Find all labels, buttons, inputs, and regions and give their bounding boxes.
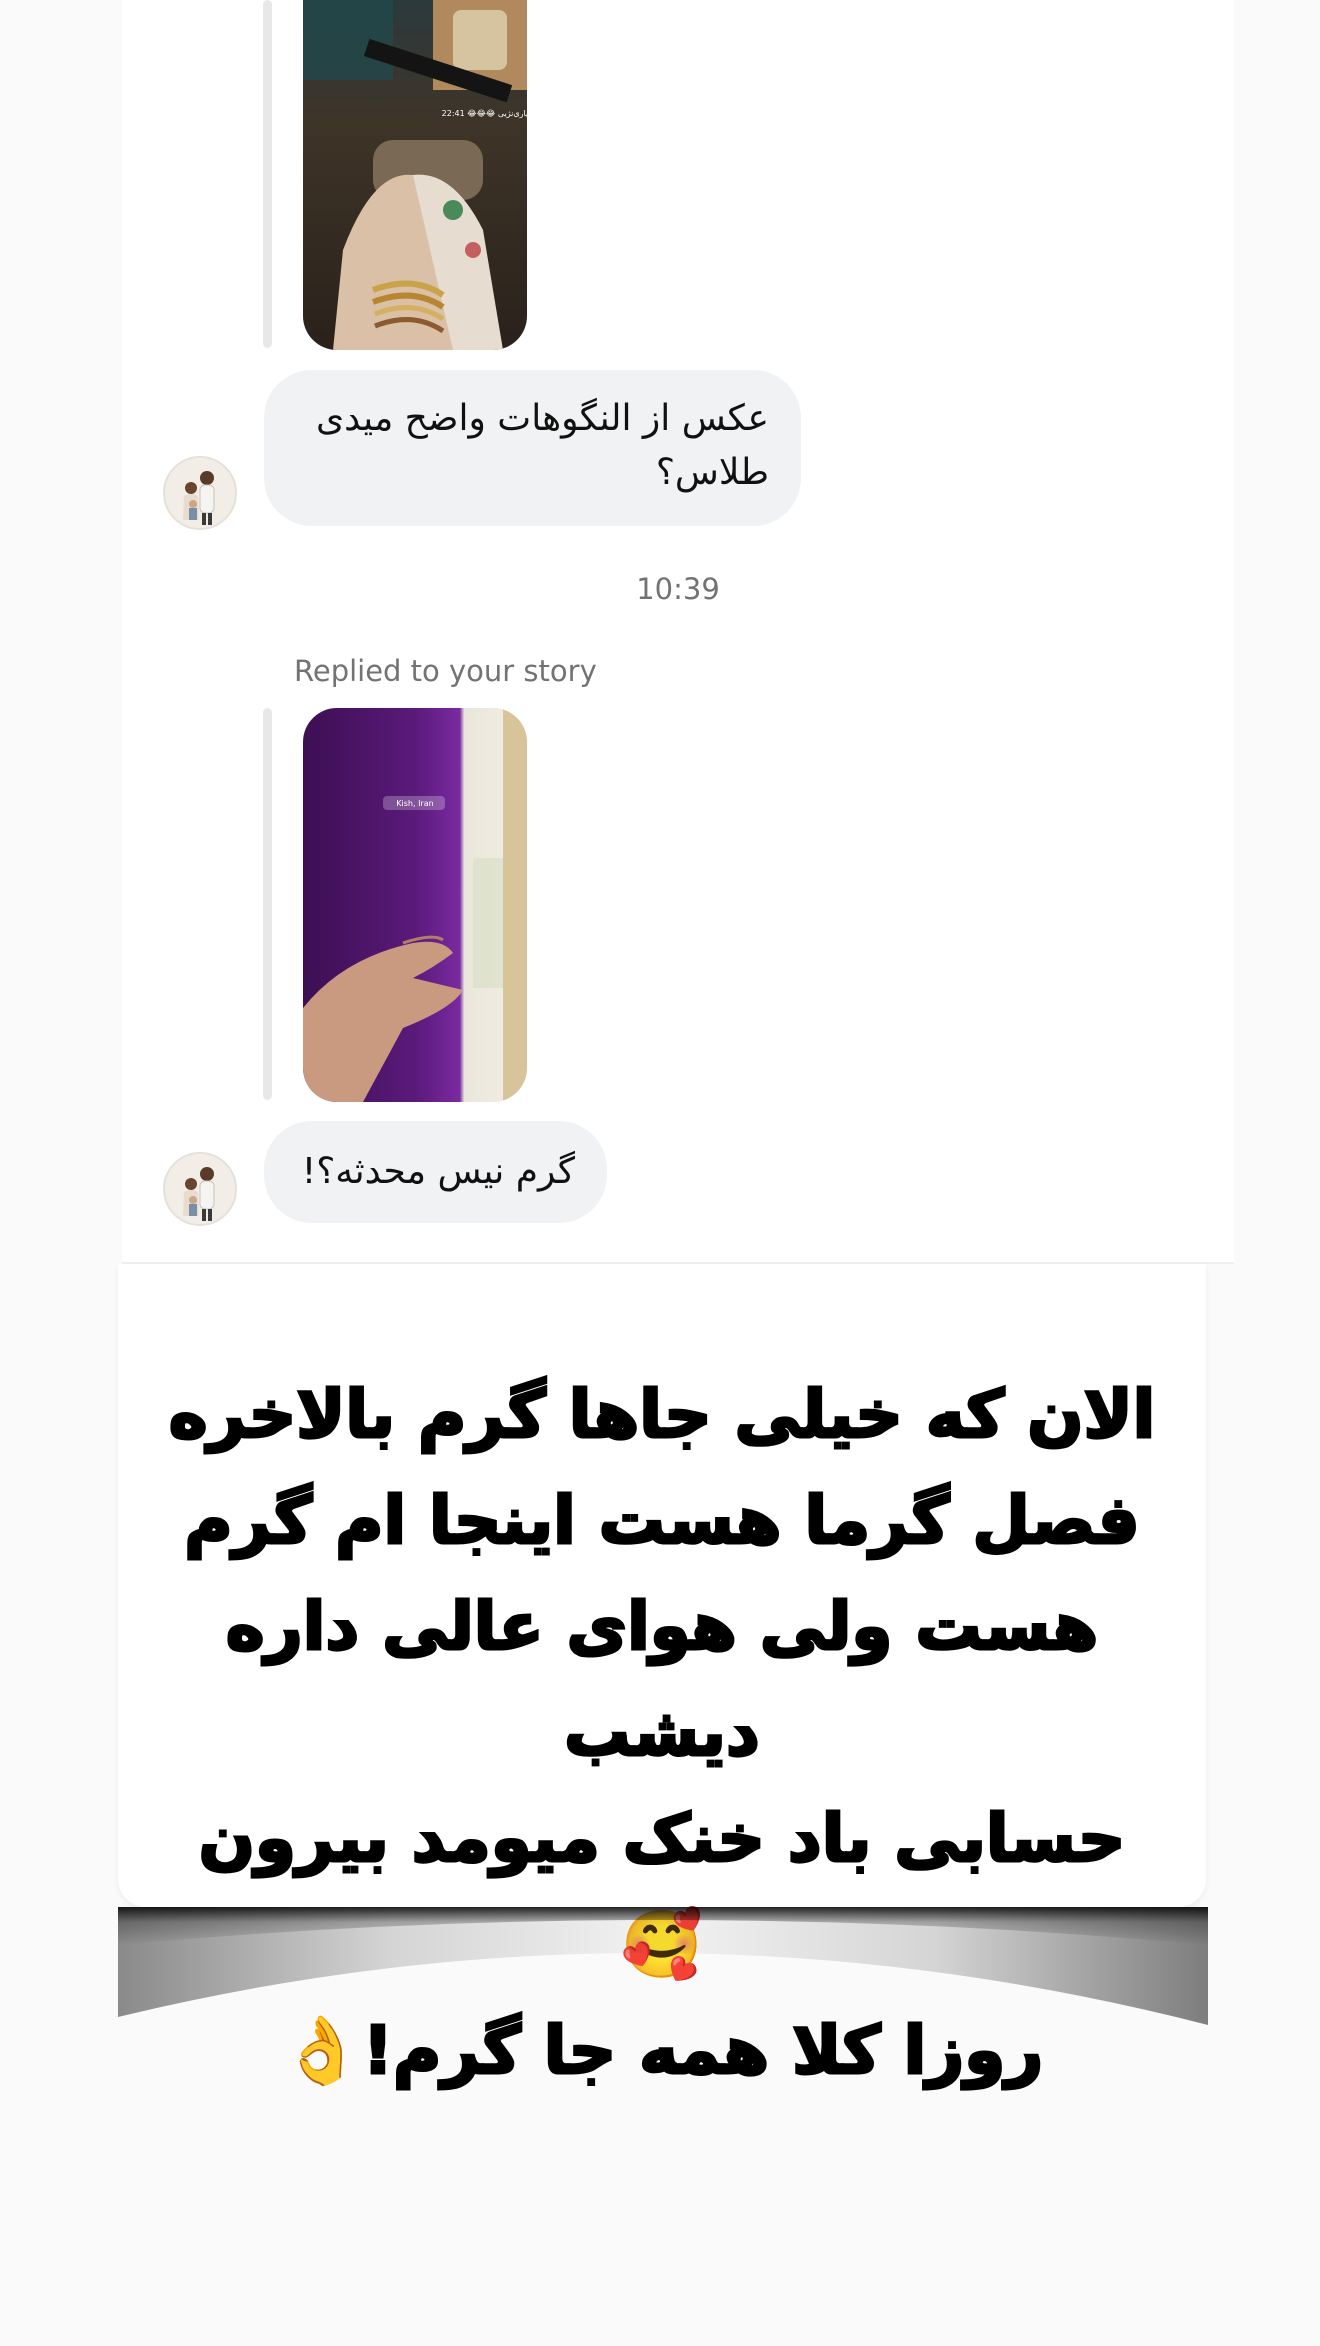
story-overlay-text: Kish, Iran	[396, 799, 433, 808]
story-thumbnail[interactable]: Kish, Iran	[303, 708, 527, 1102]
page-curl-shadow	[118, 1907, 1208, 2025]
story-reply-bar	[263, 708, 272, 1100]
avatar[interactable]	[163, 1152, 237, 1226]
caption-line: الان که خیلی جاها گرم بالاخره	[167, 1375, 1158, 1455]
message-timestamp: 10:39	[636, 572, 720, 606]
message-bubble[interactable]: گرم نیس محدثه؟!	[264, 1121, 607, 1223]
avatar[interactable]	[163, 456, 237, 530]
story-thumbnail[interactable]: مهیاری‌نژیی 😂😂😂 22:41	[303, 0, 527, 350]
message-text: عکس از النگوهات واضح میدی طلاس؟	[316, 398, 769, 493]
caption-line: هست ولی هوای عالی داره دیشب	[224, 1587, 1100, 1773]
caption-line: فصل گرما هست اینجا ام گرم	[183, 1481, 1142, 1561]
story-overlay-text: مهیاری‌نژیی 😂😂😂 22:41	[442, 109, 527, 118]
message-bubble[interactable]: عکس از النگوهات واضح میدی طلاس؟	[264, 370, 801, 526]
caption-card: الان که خیلی جاها گرم بالاخره فصل گرما ه…	[118, 1264, 1206, 2091]
message-text: گرم نیس محدثه؟!	[301, 1151, 575, 1192]
story-reply-bar	[263, 0, 272, 348]
chat-thread	[122, 0, 1234, 1264]
replied-to-story-label: Replied to your story	[294, 654, 597, 688]
